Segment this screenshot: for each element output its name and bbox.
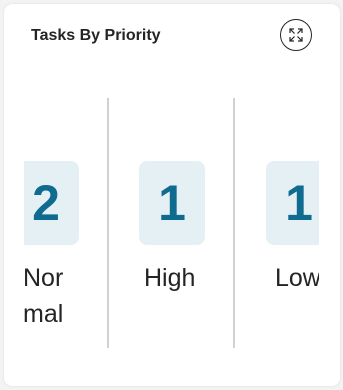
priority-carousel[interactable]: 2 Nor mal 1 High 1 Low xyxy=(24,98,319,348)
priority-label: Nor mal xyxy=(24,260,63,332)
priority-label-line: mal xyxy=(24,300,64,328)
expand-arrows-icon xyxy=(289,28,303,42)
expand-button[interactable] xyxy=(280,19,312,51)
priority-label: Low xyxy=(275,264,319,292)
tasks-by-priority-card: Tasks By Priority 2 Nor mal 1 High 1 Low xyxy=(4,4,340,386)
priority-count-tile: 2 xyxy=(24,161,79,245)
card-title: Tasks By Priority xyxy=(31,27,161,44)
priority-column-high[interactable]: 1 High xyxy=(109,98,235,348)
priority-count-tile: 1 xyxy=(266,161,319,245)
priority-column-low[interactable]: 1 Low xyxy=(235,98,319,348)
priority-column-normal[interactable]: 2 Nor mal xyxy=(24,98,109,348)
priority-count-tile: 1 xyxy=(139,161,205,245)
priority-label-line: Nor xyxy=(24,264,64,292)
priority-label: High xyxy=(144,264,196,292)
